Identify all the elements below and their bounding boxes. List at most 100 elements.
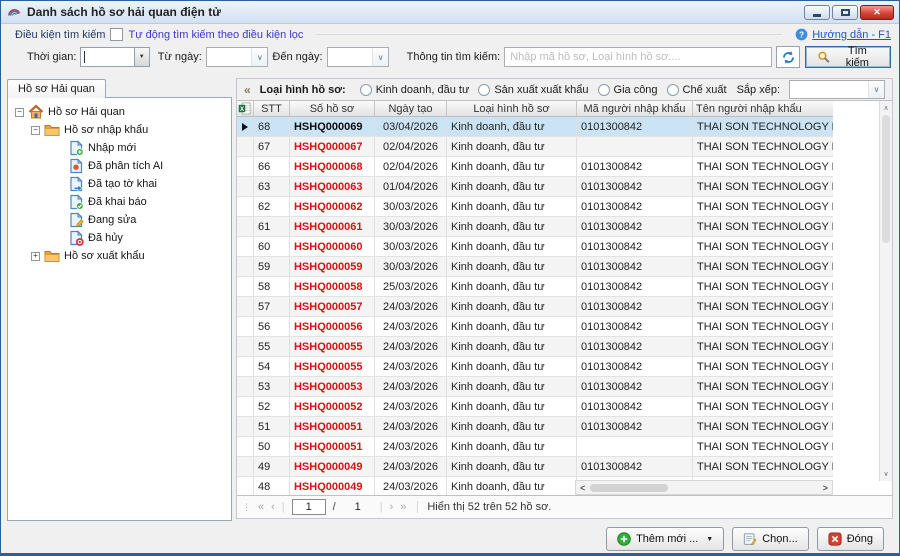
column-header[interactable]: Loại hình hồ sơ — [447, 101, 577, 116]
row-selector[interactable] — [237, 337, 254, 356]
radio-option[interactable]: Kinh doanh, đầu tư — [360, 84, 470, 96]
table-row[interactable]: 68 HSHQ000069 03/04/2026 Kinh doanh, đầu… — [237, 117, 833, 137]
table-row[interactable]: 52 HSHQ000052 24/03/2026 Kinh doanh, đầu… — [237, 397, 833, 417]
search-info-input[interactable] — [504, 47, 772, 67]
next-page-button[interactable]: › — [390, 501, 394, 513]
tree-item[interactable]: Đã tạo tờ khai — [8, 175, 231, 193]
collapse-sidebar-button[interactable]: « — [244, 83, 251, 97]
row-selector[interactable] — [237, 157, 254, 176]
help-link-label[interactable]: Hướng dẫn - F1 — [812, 29, 891, 41]
table-row[interactable]: 56 HSHQ000056 24/03/2026 Kinh doanh, đầu… — [237, 317, 833, 337]
scroll-up-button[interactable]: ∧ — [880, 104, 892, 112]
cell-record-number[interactable]: HSHQ000055 — [290, 337, 375, 356]
prev-page-button[interactable]: ‹ — [271, 501, 275, 513]
table-row[interactable]: 62 HSHQ000062 30/03/2026 Kinh doanh, đầu… — [237, 197, 833, 217]
row-selector[interactable] — [237, 137, 254, 156]
column-header[interactable]: Mã người nhập khẩu — [577, 101, 693, 116]
tab-ho-so-hai-quan[interactable]: Hồ sơ Hải quan — [7, 79, 106, 98]
radio-circle-icon[interactable] — [478, 84, 490, 96]
chevron-down-icon[interactable]: ∨ — [868, 81, 884, 98]
column-header[interactable]: Số hồ sơ — [290, 101, 375, 116]
column-header[interactable]: Tên người nhập khẩu — [693, 101, 833, 116]
tree-item[interactable]: Đã hủy — [8, 229, 231, 247]
search-button[interactable]: Tìm kiếm — [805, 46, 891, 68]
row-selector[interactable] — [237, 417, 254, 436]
scroll-down-button[interactable]: ∨ — [880, 470, 892, 478]
table-row[interactable]: 61 HSHQ000061 30/03/2026 Kinh doanh, đầu… — [237, 217, 833, 237]
first-page-button[interactable]: « — [258, 501, 264, 513]
last-page-button[interactable]: » — [400, 501, 406, 513]
cell-record-number[interactable]: HSHQ000057 — [290, 297, 375, 316]
tree-expander[interactable] — [15, 108, 24, 117]
radio-option[interactable]: Chế xuất — [667, 84, 727, 96]
cell-record-number[interactable]: HSHQ000051 — [290, 417, 375, 436]
cell-record-number[interactable]: HSHQ000055 — [290, 357, 375, 376]
close-window-button[interactable]: ✕ — [860, 5, 894, 20]
table-row[interactable]: 63 HSHQ000063 01/04/2026 Kinh doanh, đầu… — [237, 177, 833, 197]
chevron-down-icon[interactable]: ∨ — [251, 48, 267, 66]
vertical-scrollbar[interactable]: ∧ ∨ — [879, 101, 892, 481]
to-date-combobox[interactable]: ∨ — [327, 47, 390, 67]
from-date-combobox[interactable]: ∨ — [206, 47, 269, 67]
table-row[interactable]: 67 HSHQ000067 02/04/2026 Kinh doanh, đầu… — [237, 137, 833, 157]
vertical-scroll-thumb[interactable] — [882, 115, 890, 243]
row-selector[interactable] — [237, 377, 254, 396]
radio-circle-icon[interactable] — [598, 84, 610, 96]
add-new-button[interactable]: Thêm mới ... ▼ — [606, 527, 724, 551]
tree-item[interactable]: Hồ sơ Hải quan — [8, 103, 231, 121]
export-excel-button[interactable] — [237, 101, 254, 116]
cell-record-number[interactable]: HSHQ000059 — [290, 257, 375, 276]
tree-expander[interactable] — [31, 252, 40, 261]
refresh-button[interactable] — [776, 46, 800, 68]
tree-item[interactable]: Nhập mới — [8, 139, 231, 157]
table-row[interactable]: 66 HSHQ000068 02/04/2026 Kinh doanh, đầu… — [237, 157, 833, 177]
radio-option[interactable]: Sản xuất xuất khẩu — [478, 84, 588, 96]
table-row[interactable]: 57 HSHQ000057 24/03/2026 Kinh doanh, đầu… — [237, 297, 833, 317]
sort-combobox[interactable]: ∨ — [789, 80, 885, 99]
table-row[interactable]: 50 HSHQ000051 24/03/2026 Kinh doanh, đầu… — [237, 437, 833, 457]
row-selector[interactable] — [237, 217, 254, 236]
tree-item[interactable]: Đã khai báo — [8, 193, 231, 211]
table-row[interactable]: 54 HSHQ000055 24/03/2026 Kinh doanh, đầu… — [237, 357, 833, 377]
table-row[interactable]: 58 HSHQ000058 25/03/2026 Kinh doanh, đầu… — [237, 277, 833, 297]
chevron-down-icon[interactable]: ∨ — [372, 48, 388, 66]
radio-circle-icon[interactable] — [667, 84, 679, 96]
column-header[interactable]: STT — [254, 101, 290, 116]
cell-record-number[interactable]: HSHQ000053 — [290, 377, 375, 396]
cell-record-number[interactable]: HSHQ000063 — [290, 177, 375, 196]
cell-record-number[interactable]: HSHQ000052 — [290, 397, 375, 416]
auto-search-label[interactable]: Tự động tìm kiếm theo điều kiện lọc — [128, 29, 303, 41]
minimize-button[interactable] — [804, 5, 830, 20]
time-combobox[interactable]: ▼ — [80, 47, 149, 67]
tree-item[interactable]: Hồ sơ xuất khẩu — [8, 247, 231, 265]
help-link[interactable]: Hướng dẫn - F1 — [795, 28, 891, 41]
maximize-button[interactable] — [832, 5, 858, 20]
row-selector[interactable] — [237, 237, 254, 256]
row-selector[interactable] — [237, 477, 254, 496]
auto-search-checkbox[interactable] — [110, 28, 123, 41]
cell-record-number[interactable]: HSHQ000067 — [290, 137, 375, 156]
row-selector[interactable] — [237, 257, 254, 276]
cell-record-number[interactable]: HSHQ000058 — [290, 277, 375, 296]
row-selector[interactable] — [237, 177, 254, 196]
row-selector[interactable] — [237, 117, 254, 136]
row-selector[interactable] — [237, 197, 254, 216]
row-selector[interactable] — [237, 297, 254, 316]
row-selector[interactable] — [237, 277, 254, 296]
radio-circle-icon[interactable] — [360, 84, 372, 96]
row-selector[interactable] — [237, 357, 254, 376]
tree-expander[interactable] — [31, 126, 40, 135]
close-button[interactable]: Đóng — [817, 527, 884, 551]
table-row[interactable]: 59 HSHQ000059 30/03/2026 Kinh doanh, đầu… — [237, 257, 833, 277]
cell-record-number[interactable]: HSHQ000049 — [290, 457, 375, 476]
cell-record-number[interactable]: HSHQ000068 — [290, 157, 375, 176]
tree-item[interactable]: Hồ sơ nhập khẩu — [8, 121, 231, 139]
table-row[interactable]: 53 HSHQ000053 24/03/2026 Kinh doanh, đầu… — [237, 377, 833, 397]
row-selector[interactable] — [237, 317, 254, 336]
row-selector[interactable] — [237, 397, 254, 416]
tree-item[interactable]: Đang sửa — [8, 211, 231, 229]
table-row[interactable]: 51 HSHQ000051 24/03/2026 Kinh doanh, đầu… — [237, 417, 833, 437]
cell-record-number[interactable]: HSHQ000056 — [290, 317, 375, 336]
table-row[interactable]: 49 HSHQ000049 24/03/2026 Kinh doanh, đầu… — [237, 457, 833, 477]
cell-record-number[interactable]: HSHQ000051 — [290, 437, 375, 456]
